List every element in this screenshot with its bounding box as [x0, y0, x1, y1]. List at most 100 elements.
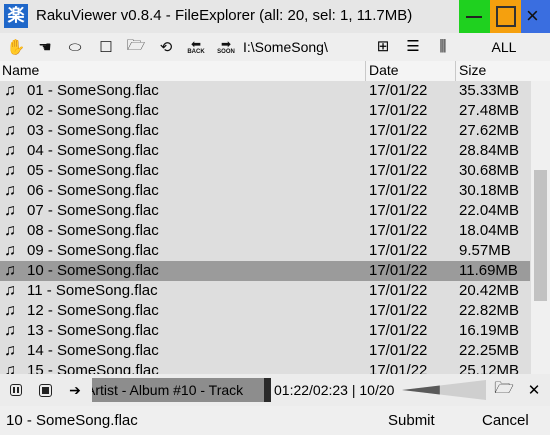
table-row[interactable]: ♫ 05 - SomeSong.flac 17/01/22 30.68MB — [0, 161, 530, 181]
time-position-text: 01:22/02:23 | 10/20 — [274, 382, 395, 398]
table-row[interactable]: ♫ 09 - SomeSong.flac 17/01/22 9.57MB — [0, 241, 530, 261]
scrollbar-thumb[interactable] — [534, 169, 547, 302]
table-row[interactable]: ♫ 11 - SomeSong.flac 17/01/22 20.42MB — [0, 281, 530, 301]
file-size-cell: 35.33MB — [459, 82, 520, 99]
seek-knob[interactable] — [264, 378, 271, 402]
file-name-cell: 10 - SomeSong.flac — [27, 262, 159, 279]
table-row[interactable]: ♫ 06 - SomeSong.flac 17/01/22 30.18MB — [0, 181, 530, 201]
file-size-cell: 16.19MB — [459, 322, 520, 339]
column-divider[interactable] — [455, 61, 456, 81]
list-view-button[interactable]: ☰ — [401, 36, 425, 58]
forward-arrow-icon: ➡ — [220, 36, 232, 51]
column-header-size[interactable]: Size — [459, 62, 486, 78]
pause-button[interactable] — [6, 380, 26, 400]
file-date-cell: 17/01/22 — [369, 142, 428, 159]
raku-viewer-window: 楽 RakuViewer v0.8.4 - FileExplorer (all:… — [0, 0, 550, 435]
file-name-cell: 06 - SomeSong.flac — [27, 182, 159, 199]
table-row[interactable]: ♫ 10 - SomeSong.flac 17/01/22 11.69MB — [0, 261, 530, 281]
music-note-icon: ♫ — [4, 182, 16, 199]
file-name-cell: 15 - SomeSong.flac — [27, 362, 159, 374]
file-rows: ♫ 01 - SomeSong.flac 17/01/22 35.33MB ♫ 02 - … — [0, 81, 530, 374]
file-name-cell: 12 - SomeSong.flac — [27, 302, 159, 319]
close-icon: × — [526, 3, 539, 28]
next-button[interactable]: ➔ — [65, 380, 85, 400]
close-player-button[interactable]: ✕ — [524, 380, 544, 400]
table-row[interactable]: ♫ 02 - SomeSong.flac 17/01/22 27.48MB — [0, 101, 530, 121]
submit-button[interactable]: Submit — [388, 412, 435, 429]
table-row[interactable]: ♫ 15 - SomeSong.flac 17/01/22 25.12MB — [0, 361, 530, 374]
minimize-button[interactable] — [459, 0, 490, 33]
table-row[interactable]: ♫ 03 - SomeSong.flac 17/01/22 27.62MB — [0, 121, 530, 141]
column-view-button[interactable]: ⫼ — [431, 36, 455, 58]
file-date-cell: 17/01/22 — [369, 262, 428, 279]
close-icon: ✕ — [527, 382, 541, 399]
music-note-icon: ♫ — [4, 302, 16, 319]
file-date-cell: 17/01/22 — [369, 222, 428, 239]
vertical-scrollbar[interactable] — [531, 81, 550, 374]
music-note-icon: ♫ — [4, 122, 16, 139]
file-date-cell: 17/01/22 — [369, 322, 428, 339]
file-size-cell: 27.62MB — [459, 122, 520, 139]
file-date-cell: 17/01/22 — [369, 202, 428, 219]
close-window-button[interactable]: × — [521, 0, 550, 33]
file-date-cell: 17/01/22 — [369, 282, 428, 299]
open-file-button[interactable]: 🗁 — [494, 380, 514, 400]
square-icon: ☐ — [99, 39, 113, 56]
music-note-icon: ♫ — [4, 202, 16, 219]
maximize-button[interactable] — [490, 0, 521, 33]
file-date-cell: 17/01/22 — [369, 102, 428, 119]
path-input[interactable]: I:\SomeSong\ — [243, 36, 338, 58]
volume-slider[interactable] — [402, 380, 486, 400]
file-size-cell: 27.48MB — [459, 102, 520, 119]
table-row[interactable]: ♫ 01 - SomeSong.flac 17/01/22 35.33MB — [0, 81, 530, 101]
stop-button[interactable] — [35, 380, 55, 400]
file-size-cell: 20.42MB — [459, 282, 520, 299]
file-name-cell: 14 - SomeSong.flac — [27, 342, 159, 359]
file-size-cell: 18.04MB — [459, 222, 520, 239]
file-list: Name Date Size ♫ 01 - SomeSong.flac 17/01/… — [0, 61, 550, 374]
file-date-cell: 17/01/22 — [369, 182, 428, 199]
next-arrow-icon: ➔ — [69, 381, 81, 398]
table-row[interactable]: ♫ 07 - SomeSong.flac 17/01/22 22.04MB — [0, 201, 530, 221]
column-view-icon: ⫼ — [439, 38, 447, 55]
tag-button[interactable]: ⬭ — [63, 35, 87, 59]
column-header-name[interactable]: Name — [2, 62, 39, 78]
column-header-date[interactable]: Date — [369, 62, 399, 78]
title-bar[interactable]: 楽 RakuViewer v0.8.4 - FileExplorer (all:… — [0, 0, 550, 33]
selected-filename[interactable]: 10 - SomeSong.flac — [6, 412, 138, 429]
music-note-icon: ♫ — [4, 102, 16, 119]
column-divider[interactable] — [365, 61, 366, 81]
music-note-icon: ♫ — [4, 362, 16, 374]
table-row[interactable]: ♫ 14 - SomeSong.flac 17/01/22 22.25MB — [0, 341, 530, 361]
soon-button[interactable]: ➡ SOON — [214, 35, 238, 59]
image-hand-icon: ☚ — [38, 39, 52, 56]
file-date-cell: 17/01/22 — [369, 362, 428, 374]
grid-view-icon: ⊞ — [376, 38, 390, 55]
filter-all-button[interactable]: ALL — [474, 36, 534, 58]
now-playing-text: Artist - Album #10 - Track — [92, 382, 244, 398]
file-name-cell: 02 - SomeSong.flac — [27, 102, 159, 119]
pause-icon — [10, 384, 22, 396]
music-note-icon: ♫ — [4, 262, 16, 279]
refresh-button[interactable]: ⟲ — [154, 35, 178, 59]
grid-view-button[interactable]: ⊞ — [371, 36, 395, 58]
cancel-button[interactable]: Cancel — [482, 412, 529, 429]
back-button[interactable]: ⬅ BACK — [184, 35, 208, 59]
table-row[interactable]: ♫ 04 - SomeSong.flac 17/01/22 28.84MB — [0, 141, 530, 161]
square-button[interactable]: ☐ — [94, 35, 118, 59]
table-row[interactable]: ♫ 13 - SomeSong.flac 17/01/22 16.19MB — [0, 321, 530, 341]
open-folder-button[interactable]: 🗁 — [124, 35, 148, 59]
app-icon: 楽 — [4, 4, 28, 28]
minimize-icon — [466, 16, 482, 18]
music-note-icon: ♫ — [4, 282, 16, 299]
table-row[interactable]: ♫ 12 - SomeSong.flac 17/01/22 22.82MB — [0, 301, 530, 321]
file-size-cell: 30.18MB — [459, 182, 520, 199]
window-title: RakuViewer v0.8.4 - FileExplorer (all: 2… — [36, 7, 413, 24]
file-name-cell: 03 - SomeSong.flac — [27, 122, 159, 139]
hand-grab-icon: ✋ — [6, 39, 26, 56]
image-hand-button[interactable]: ☚ — [33, 35, 57, 59]
seek-bar[interactable]: Artist - Album #10 - Track 01:22/02:23 |… — [92, 378, 404, 402]
table-row[interactable]: ♫ 08 - SomeSong.flac 17/01/22 18.04MB — [0, 221, 530, 241]
hand-grab-button[interactable]: ✋ — [4, 35, 28, 59]
file-name-cell: 08 - SomeSong.flac — [27, 222, 159, 239]
